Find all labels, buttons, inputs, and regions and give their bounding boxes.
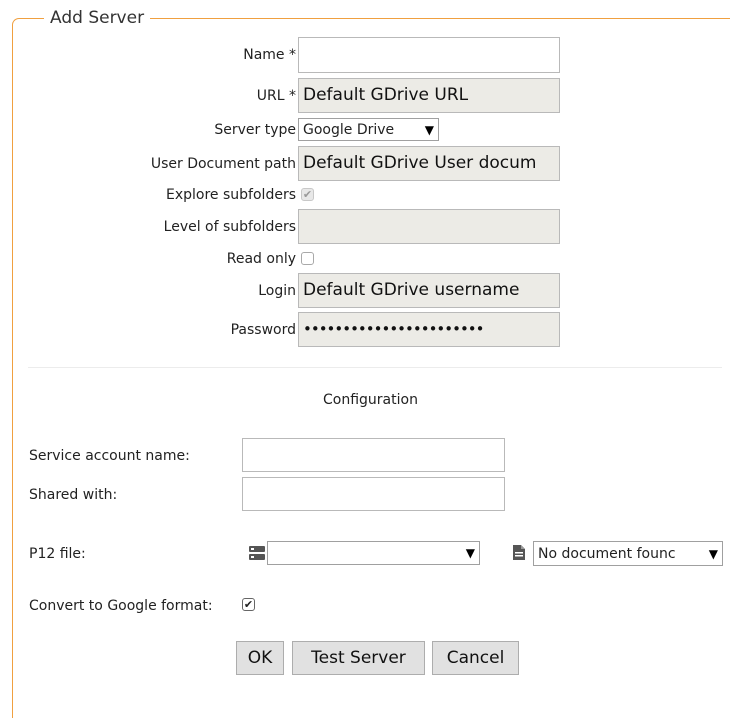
level-subfolders-label: Level of subfolders xyxy=(163,219,296,235)
chevron-down-icon: ▼ xyxy=(424,122,434,137)
user-doc-path-label: User Document path xyxy=(150,156,296,172)
explore-subfolders-label: Explore subfolders xyxy=(166,187,296,203)
fieldset-legend: Add Server xyxy=(44,7,151,29)
read-only-label: Read only xyxy=(226,251,296,267)
login-label: Login xyxy=(258,283,296,299)
configuration-title: Configuration xyxy=(323,392,418,408)
service-account-input[interactable] xyxy=(242,438,505,472)
url-label: URL * xyxy=(256,88,296,104)
chevron-down-icon: ▼ xyxy=(465,546,475,560)
convert-format-checkbox[interactable]: ✔ xyxy=(242,598,255,611)
user-doc-path-input[interactable]: Default GDrive User docum xyxy=(298,146,560,181)
ok-button[interactable]: OK xyxy=(236,641,284,675)
explore-subfolders-checkbox[interactable]: ✔ xyxy=(301,188,314,201)
convert-format-label: Convert to Google format: xyxy=(29,598,213,614)
server-type-label: Server type xyxy=(214,122,296,138)
document-select-value: No document founc xyxy=(538,545,676,562)
cancel-button[interactable]: Cancel xyxy=(432,641,519,675)
shared-with-input[interactable] xyxy=(242,477,505,511)
p12-file-label: P12 file: xyxy=(29,546,86,562)
section-divider xyxy=(28,367,722,368)
chevron-down-icon: ▼ xyxy=(708,546,718,561)
p12-file-select[interactable]: ▼ xyxy=(267,541,480,565)
server-type-select[interactable]: Google Drive ▼ xyxy=(298,118,439,141)
test-server-button[interactable]: Test Server xyxy=(292,641,425,675)
server-icon[interactable] xyxy=(248,545,266,561)
document-select[interactable]: No document founc ▼ xyxy=(533,541,723,566)
server-type-value: Google Drive xyxy=(303,121,395,138)
login-input[interactable]: Default GDrive username xyxy=(298,273,560,308)
name-label: Name * xyxy=(243,47,296,63)
shared-with-label: Shared with: xyxy=(29,487,118,503)
read-only-checkbox[interactable] xyxy=(301,252,314,265)
name-input[interactable] xyxy=(298,37,560,73)
service-account-label: Service account name: xyxy=(29,448,190,464)
url-input[interactable]: Default GDrive URL xyxy=(298,78,560,113)
level-subfolders-input[interactable] xyxy=(298,209,560,244)
password-label: Password xyxy=(230,322,296,338)
password-input[interactable]: ••••••••••••••••••••••• xyxy=(298,312,560,347)
document-icon[interactable] xyxy=(512,544,526,561)
